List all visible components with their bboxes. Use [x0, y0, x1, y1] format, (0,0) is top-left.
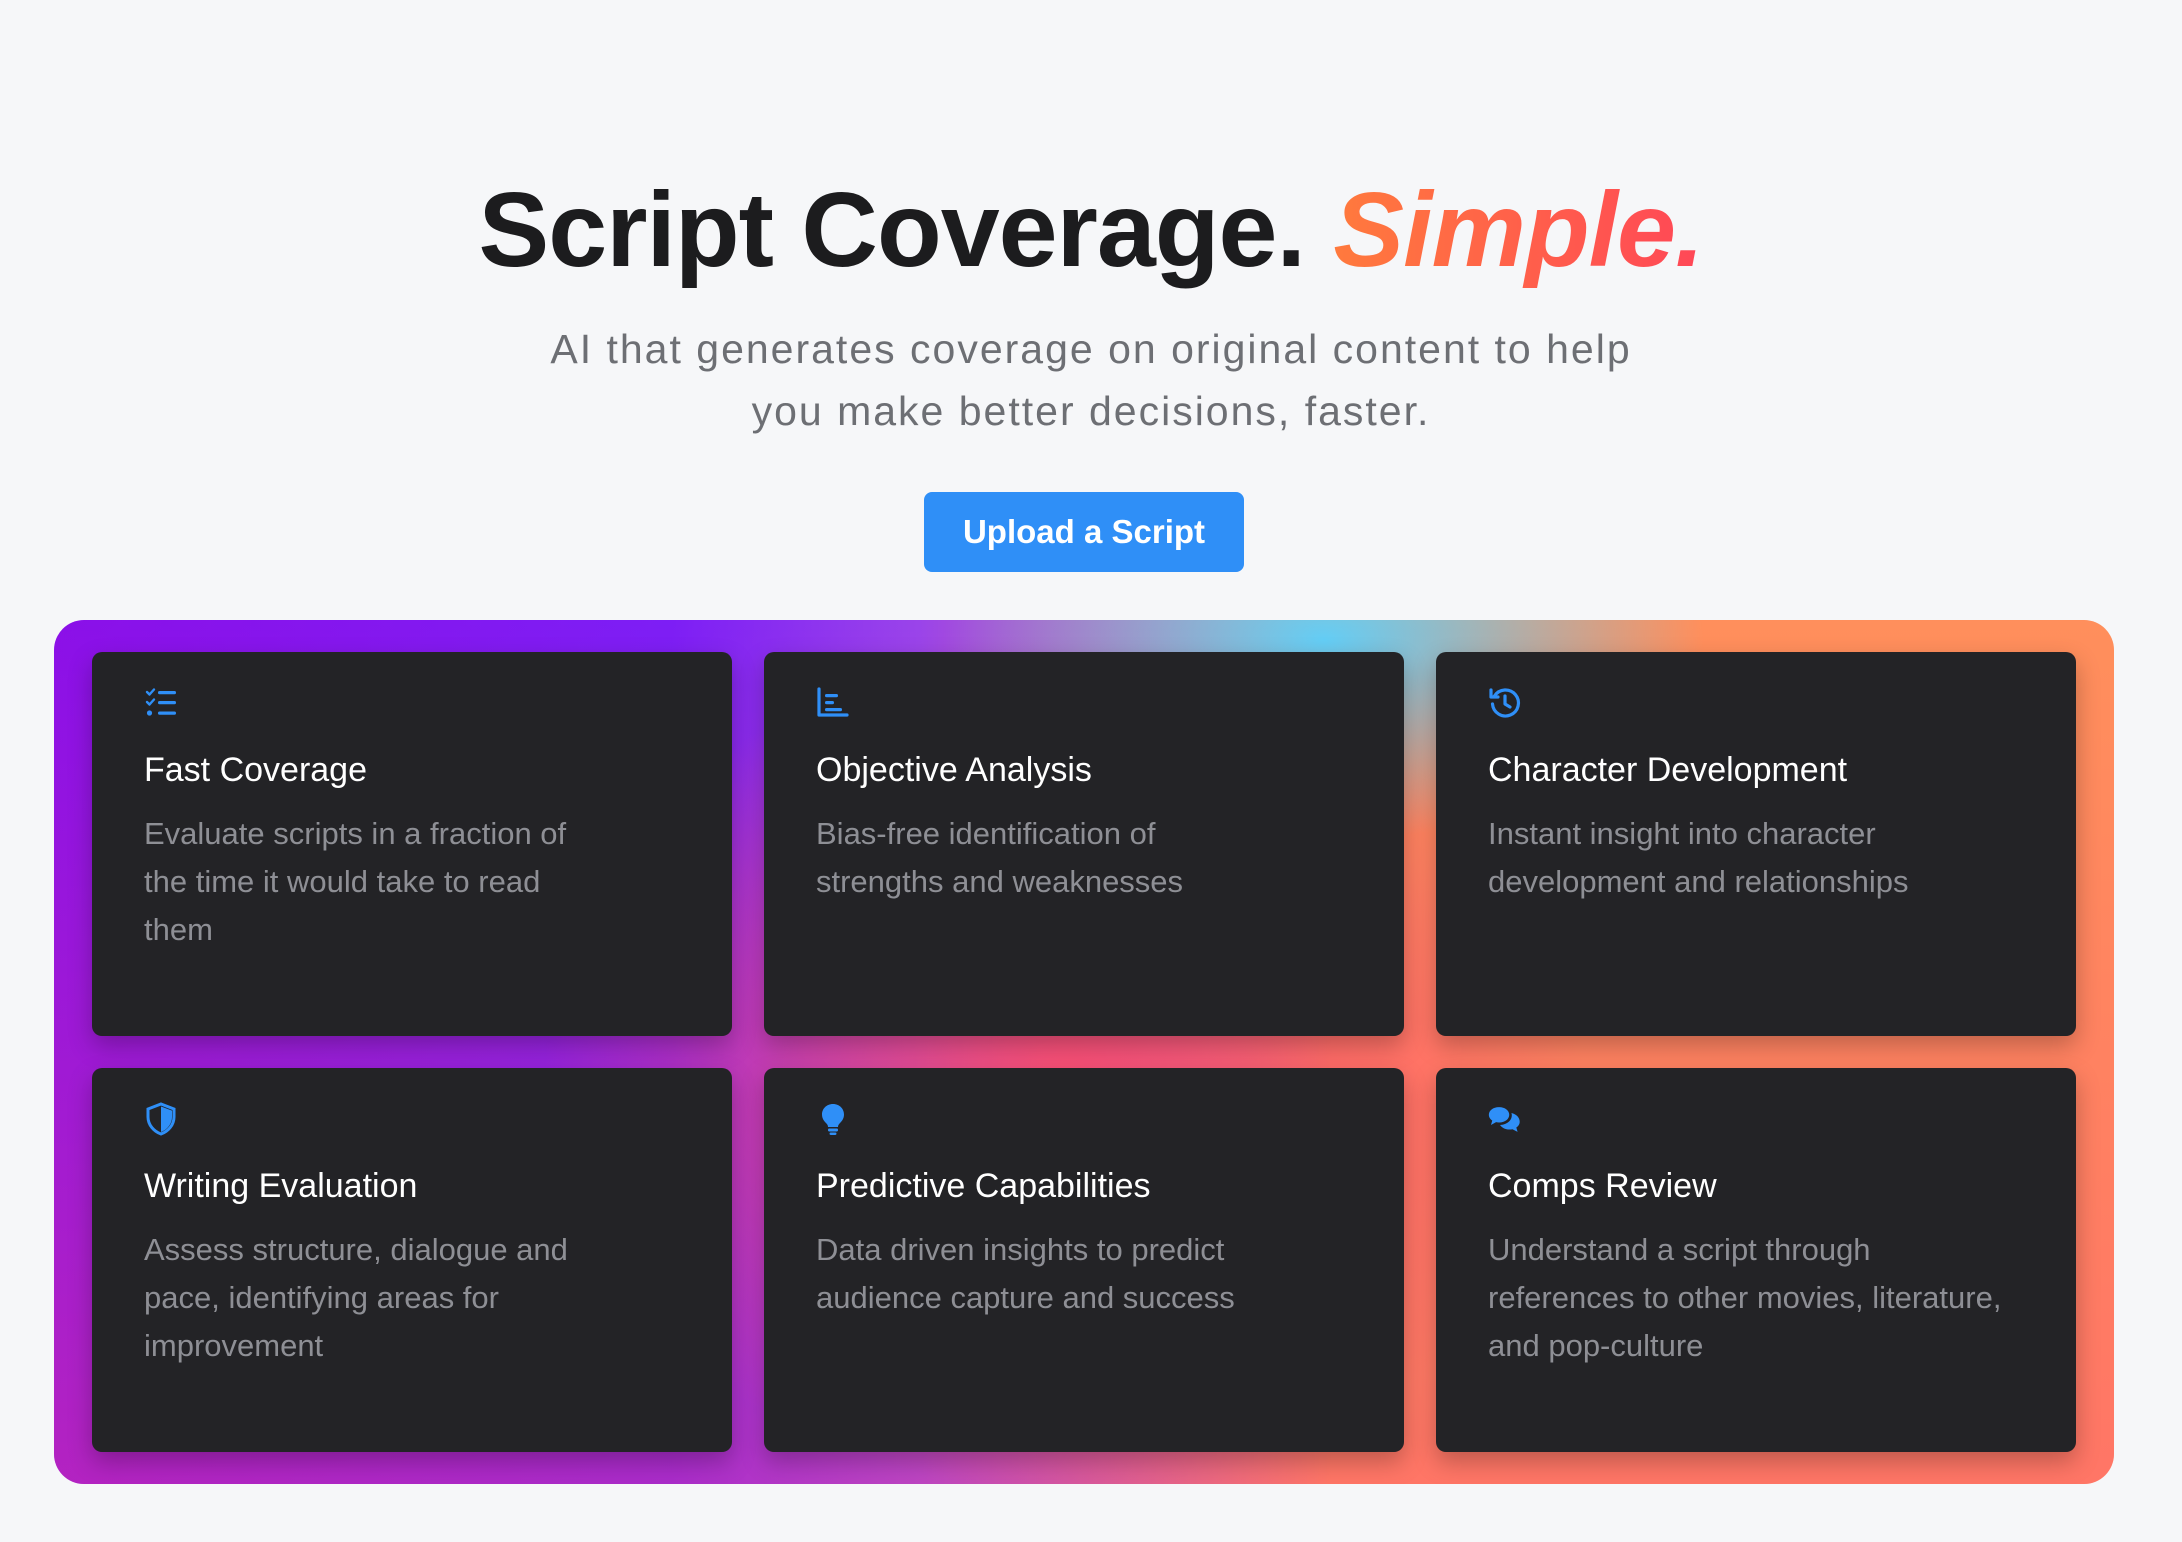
bar-chart-icon [816, 686, 850, 720]
feature-description: Evaluate scripts in a fraction of the ti… [144, 816, 567, 947]
landing-page: Script Coverage. Simple. AI that generat… [0, 0, 2182, 1542]
feature-description: Understand a script through references t… [1488, 1232, 2002, 1363]
feature-title: Comps Review [1488, 1167, 1717, 1205]
feature-card-character-development: Character Development Instant insight in… [1436, 652, 2076, 1036]
history-icon [1488, 686, 1522, 720]
feature-card-comps-review: Comps Review Understand a script through… [1436, 1068, 2076, 1452]
headline-accent: Simple. [1333, 171, 1704, 289]
feature-title: Character Development [1488, 751, 1848, 789]
shield-icon [144, 1102, 178, 1136]
feature-card-predictive-capabilities: Predictive Capabilities Data driven insi… [764, 1068, 1404, 1452]
feature-description: Data driven insights to predict audience… [816, 1232, 1235, 1315]
feature-description: Assess structure, dialogue and pace, ide… [144, 1232, 568, 1363]
lightbulb-icon [816, 1102, 850, 1136]
feature-card-objective-analysis: Objective Analysis Bias-free identificat… [764, 652, 1404, 1036]
feature-description: Instant insight into character developme… [1488, 816, 1909, 899]
checklist-icon [144, 686, 178, 720]
feature-title: Fast Coverage [144, 751, 367, 789]
feature-title: Predictive Capabilities [816, 1167, 1151, 1205]
upload-script-button[interactable]: Upload a Script [924, 492, 1244, 572]
chat-bubbles-icon [1488, 1102, 1522, 1136]
feature-card-fast-coverage: Fast Coverage Evaluate scripts in a frac… [92, 652, 732, 1036]
feature-title: Writing Evaluation [144, 1167, 418, 1205]
feature-card-writing-evaluation: Writing Evaluation Assess structure, dia… [92, 1068, 732, 1452]
headline-main: Script Coverage. [478, 171, 1306, 289]
hero-headline: Script Coverage. Simple. [0, 165, 2182, 295]
features-panel: Fast Coverage Evaluate scripts in a frac… [54, 620, 2114, 1484]
features-grid: Fast Coverage Evaluate scripts in a frac… [92, 652, 2076, 1452]
feature-title: Objective Analysis [816, 751, 1092, 789]
feature-description: Bias-free identification of strengths an… [816, 816, 1184, 899]
hero-subtitle: AI that generates coverage on original c… [550, 326, 1632, 434]
